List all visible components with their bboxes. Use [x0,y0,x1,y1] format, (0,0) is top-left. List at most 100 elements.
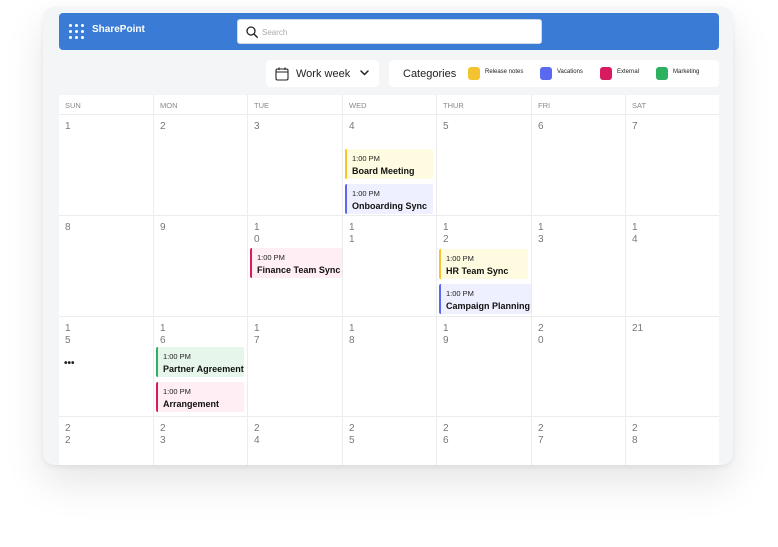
day-number: 28 [632,423,638,446]
event-title: Onboarding Sync [352,201,428,211]
day-cell[interactable]: 9 [154,216,248,317]
day-number: 1 [65,121,71,132]
day-header-tue: TUE [248,95,343,115]
category-label: Release notes [485,69,524,75]
day-number: 4 [349,121,355,132]
event-time: 1:00 PM [257,253,285,262]
category-label: Vacations [557,69,583,75]
app-window: SharePoint Work week Categories Release … [43,7,733,465]
day-number: 18 [349,323,355,346]
day-number: 21 [632,323,644,334]
day-cell[interactable]: 18 [343,317,437,417]
event-time: 1:00 PM [163,387,191,396]
day-number: 15 [65,323,71,346]
day-cell[interactable]: 28 [626,417,719,465]
day-number: 16 [160,323,166,346]
search-box[interactable] [237,19,542,44]
day-number: 17 [254,323,260,346]
search-icon [246,26,258,38]
category-label: External [617,69,640,75]
day-cell[interactable]: 1 [59,115,154,216]
categories-legend: Categories Release notes Vacations Exter… [389,60,719,87]
day-header-sun: SUN [59,95,154,115]
event-title: Campaign Planning [446,301,531,311]
event-onboarding-sync[interactable]: 1:00 PM Onboarding Sync [345,184,433,214]
event-time: 1:00 PM [352,189,380,198]
day-number: 8 [65,222,71,233]
day-number: 25 [349,423,355,446]
event-hr-team-sync[interactable]: 1:00 PM HR Team Sync [439,249,528,279]
day-number: 20 [538,323,544,346]
day-cell[interactable]: 6 [532,115,626,216]
chevron-down-icon [360,70,369,76]
event-arrangement[interactable]: 1:00 PM Arrangement [156,382,244,412]
day-number: 26 [443,423,449,446]
app-launcher-icon[interactable] [69,24,84,39]
day-cell[interactable]: 19 [437,317,532,417]
day-cell[interactable]: 21 [626,317,719,417]
day-number: 10 [254,222,260,245]
day-number: 2 [160,121,166,132]
day-cell[interactable]: 14 [626,216,719,317]
calendar-grid: SUN MON TUE WED THUR FRI SAT 1 2 3 4 5 6… [59,95,719,465]
category-swatch [468,67,480,80]
day-cell[interactable]: 25 [343,417,437,465]
category-swatch [656,67,668,80]
day-cell[interactable]: 22 [59,417,154,465]
day-number: 24 [254,423,260,446]
day-number: 9 [160,222,166,233]
day-cell[interactable]: 24 [248,417,343,465]
day-number: 12 [443,222,449,245]
day-cell[interactable]: 17 [248,317,343,417]
day-cell[interactable]: 3 [248,115,343,216]
day-cell[interactable]: 2 [154,115,248,216]
event-time: 1:00 PM [352,154,380,163]
day-number: 5 [443,121,449,132]
day-number: 7 [632,121,638,132]
day-cell[interactable]: 13 [532,216,626,317]
day-cell[interactable]: 20 [532,317,626,417]
day-cell[interactable]: 27 [532,417,626,465]
categories-title: Categories [403,68,457,80]
day-number: 23 [160,423,166,446]
day-cell[interactable]: 7 [626,115,719,216]
event-time: 1:00 PM [163,352,191,361]
day-number: 3 [254,121,260,132]
day-cell[interactable]: 11 [343,216,437,317]
day-number: 22 [65,423,71,446]
more-events-indicator[interactable]: ••• [64,358,75,369]
day-header-thur: THUR [437,95,532,115]
day-header-wed: WED [343,95,437,115]
event-campaign-planning[interactable]: 1:00 PM Campaign Planning [439,284,531,314]
calendar-icon [275,67,289,81]
event-board-meeting[interactable]: 1:00 PM Board Meeting [345,149,433,179]
event-title: Board Meeting [352,166,415,176]
day-cell[interactable]: 26 [437,417,532,465]
event-title: HR Team Sync [446,266,509,276]
day-header-sat: SAT [626,95,719,115]
day-number: 11 [349,222,355,245]
view-label: Work week [296,68,351,80]
event-title: Partner Agreement [163,364,244,374]
category-label: Marketing [673,69,700,75]
event-finance-team-sync[interactable]: 1:00 PM Finance Team Sync [250,248,342,278]
day-number: 19 [443,323,449,346]
event-partner-agreement[interactable]: 1:00 PM Partner Agreement [156,347,244,377]
day-number: 6 [538,121,544,132]
view-dropdown[interactable]: Work week [266,60,379,87]
top-bar: SharePoint [59,13,719,50]
day-number: 14 [632,222,638,245]
day-header-fri: FRI [532,95,626,115]
day-cell[interactable]: 8 [59,216,154,317]
event-title: Finance Team Sync [257,265,341,275]
day-cell[interactable]: 23 [154,417,248,465]
day-cell[interactable]: 5 [437,115,532,216]
brand-name: SharePoint [92,24,145,35]
category-swatch [540,67,552,80]
day-number: 27 [538,423,544,446]
day-number: 13 [538,222,544,245]
category-swatch [600,67,612,80]
event-time: 1:00 PM [446,289,474,298]
search-input[interactable] [262,24,532,40]
event-time: 1:00 PM [446,254,474,263]
